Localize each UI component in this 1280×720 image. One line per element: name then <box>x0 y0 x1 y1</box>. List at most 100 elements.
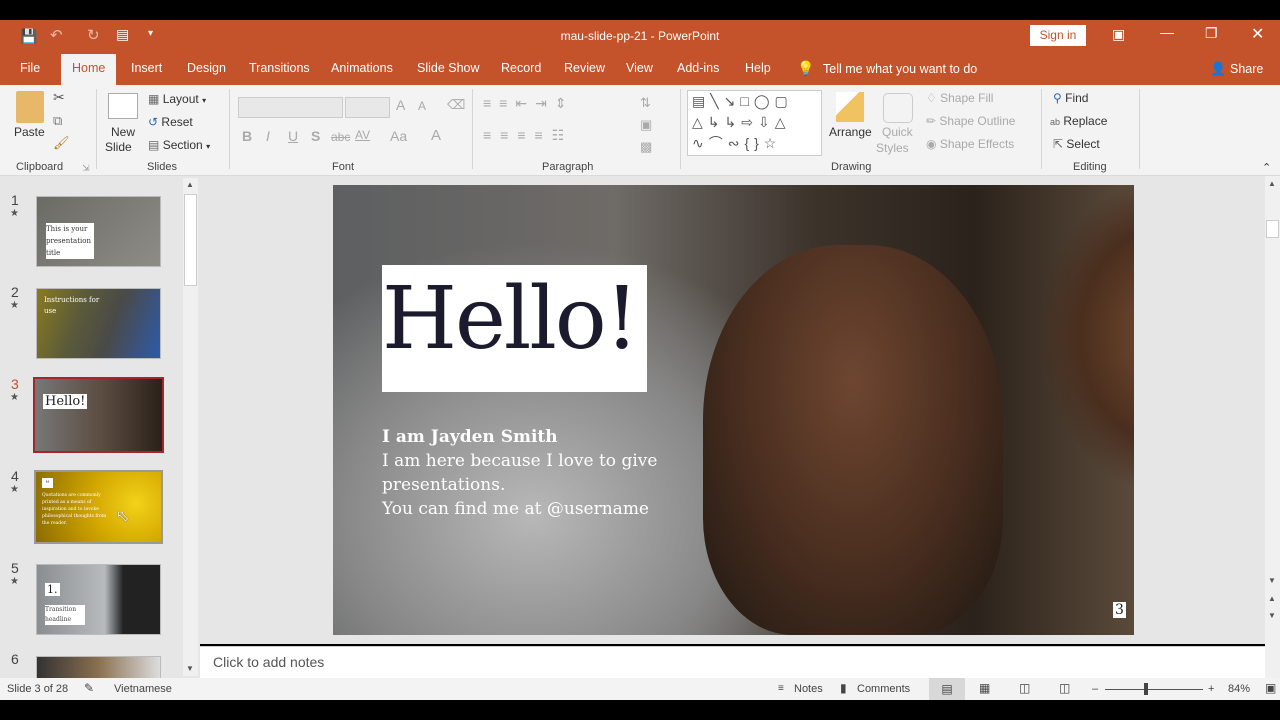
collapse-ribbon-icon[interactable]: ⌃ <box>1262 161 1271 174</box>
shape-effects-button[interactable]: Shape Effects <box>940 137 1015 151</box>
text-direction-icon[interactable]: ⇅ <box>640 95 651 111</box>
tab-help[interactable]: Help <box>736 52 780 85</box>
slide-thumbnail-3-selected[interactable]: Hello! <box>33 377 164 453</box>
select-button[interactable]: Select <box>1066 137 1099 151</box>
tab-transitions[interactable]: Transitions <box>240 52 319 85</box>
arrange-button[interactable]: Arrange <box>829 125 872 139</box>
arrange-icon <box>836 92 864 122</box>
tab-add-ins[interactable]: Add-ins <box>668 52 728 85</box>
new-slide-icon[interactable] <box>108 93 138 119</box>
italic-button[interactable]: I <box>266 128 270 144</box>
thumbnails-scrollbar[interactable]: ▲ ▼ <box>183 178 198 676</box>
format-painter-icon[interactable]: 🖌 <box>53 135 70 151</box>
shrink-font-button[interactable]: A <box>418 99 426 113</box>
quick-styles-button-line2[interactable]: Styles <box>876 141 909 155</box>
alignment-buttons[interactable]: ≡≡≡≡☷ <box>483 127 573 144</box>
slide-thumbnail-1[interactable]: This is your presentation title <box>36 196 161 267</box>
close-button[interactable]: ✕ <box>1251 24 1264 44</box>
slide-thumbnail-5[interactable]: 1. Transition headline <box>36 564 161 635</box>
zoom-slider-thumb[interactable] <box>1144 683 1148 695</box>
tab-view[interactable]: View <box>617 52 662 85</box>
body-text-box[interactable]: I am Jayden Smith I am here because I lo… <box>382 425 657 521</box>
tab-file[interactable]: File <box>11 52 49 85</box>
shapes-gallery[interactable]: ▤╲↘□◯▢ △↳↳⇨⇩△ ∿⌒∾{}☆ <box>687 90 822 156</box>
copy-icon[interactable]: ⧉ <box>53 113 62 129</box>
title-box[interactable]: Hello! <box>382 265 647 392</box>
tab-insert[interactable]: Insert <box>122 52 171 85</box>
reading-view-button[interactable]: ◫ <box>1019 681 1030 695</box>
scroll-up-icon[interactable]: ▲ <box>186 180 194 189</box>
animation-star-icon: ★ <box>10 576 19 587</box>
zoom-level[interactable]: 84% <box>1228 683 1250 695</box>
clear-formatting-icon[interactable]: ⌫ <box>447 97 465 113</box>
reset-button[interactable]: Reset <box>161 115 192 129</box>
layout-button[interactable]: Layout <box>163 92 199 106</box>
comments-button[interactable]: Comments <box>857 683 910 695</box>
smartart-icon[interactable]: ▩ <box>640 139 652 155</box>
new-slide-button[interactable]: New <box>111 125 135 139</box>
sign-in-button[interactable]: Sign in <box>1030 25 1086 46</box>
tab-record[interactable]: Record <box>492 52 550 85</box>
slide-sorter-button[interactable]: ▦ <box>979 681 990 695</box>
scrollbar-thumb[interactable] <box>1266 220 1279 238</box>
strikethrough-button[interactable]: abc <box>331 130 350 144</box>
language-indicator[interactable]: Vietnamese <box>114 683 172 695</box>
minimize-button[interactable]: — <box>1160 24 1174 40</box>
share-icon: 👤 <box>1210 61 1227 76</box>
cut-icon[interactable]: ✂ <box>53 89 65 106</box>
slide-show-button[interactable]: ◫ <box>1059 681 1070 695</box>
zoom-slider[interactable] <box>1105 689 1203 690</box>
spell-check-icon[interactable]: ✎ <box>84 681 94 695</box>
font-color-button[interactable]: A <box>431 127 441 144</box>
tab-design[interactable]: Design <box>178 52 235 85</box>
bold-button[interactable]: B <box>242 128 252 144</box>
find-button[interactable]: Find <box>1065 91 1088 105</box>
scroll-up-icon[interactable]: ▲ <box>1268 179 1276 188</box>
slide-thumbnail-4[interactable]: “ Quotations are commonly printed as a m… <box>34 470 163 544</box>
scroll-down-icon[interactable]: ▼ <box>186 664 194 673</box>
previous-slide-icon[interactable]: ▲ <box>1268 594 1276 603</box>
replace-button[interactable]: Replace <box>1063 114 1107 128</box>
character-spacing-button[interactable]: AV <box>355 128 370 142</box>
zoom-in-button[interactable]: + <box>1208 683 1214 695</box>
slide-canvas[interactable]: Hello! I am Jayden Smith I am here becau… <box>333 185 1134 635</box>
align-text-icon[interactable]: ▣ <box>640 117 652 133</box>
grow-font-button[interactable]: A <box>396 97 405 113</box>
tell-me-search[interactable]: Tell me what you want to do <box>823 62 977 76</box>
ribbon-display-options-icon[interactable]: ▣ <box>1112 26 1125 43</box>
paste-icon[interactable] <box>16 91 44 123</box>
tab-home[interactable]: Home <box>61 54 117 85</box>
underline-button[interactable]: U <box>288 128 298 144</box>
slide-scrollbar[interactable]: ▲ ▼ ▲ ▼ <box>1265 176 1280 678</box>
shape-outline-button[interactable]: Shape Outline <box>939 114 1015 128</box>
slide-thumbnail-6[interactable] <box>36 656 161 678</box>
font-size-combobox[interactable] <box>345 97 390 118</box>
section-button[interactable]: Section <box>163 138 203 152</box>
shadow-button[interactable]: S <box>311 128 320 144</box>
scrollbar-thumb[interactable] <box>184 194 197 286</box>
next-slide-icon[interactable]: ▼ <box>1268 611 1276 620</box>
fit-to-window-button[interactable]: ▣ <box>1265 681 1276 695</box>
paste-button[interactable]: Paste <box>14 125 45 139</box>
zoom-out-button[interactable]: – <box>1092 683 1098 695</box>
normal-view-button[interactable]: ▤ <box>929 678 965 700</box>
slide-thumbnail-2[interactable]: Instructions for use <box>36 288 161 359</box>
notes-button[interactable]: Notes <box>794 683 823 695</box>
share-button[interactable]: Share <box>1230 62 1263 76</box>
scroll-down-icon[interactable]: ▼ <box>1268 576 1276 585</box>
thumb-title: 1. <box>45 583 60 596</box>
body-line: You can find me at @username <box>382 499 649 519</box>
shape-fill-button[interactable]: Shape Fill <box>940 91 993 105</box>
change-case-button[interactable]: Aa <box>390 128 407 144</box>
dialog-launcher-icon[interactable]: ⇲ <box>82 163 90 174</box>
font-name-combobox[interactable] <box>238 97 343 118</box>
clipboard-group-label: Clipboard <box>16 161 64 173</box>
notes-pane[interactable]: Click to add notes <box>200 646 1265 678</box>
list-buttons[interactable]: ≡≡⇤⇥⇕ <box>483 95 575 112</box>
new-slide-button-line2[interactable]: Slide <box>105 140 132 154</box>
tab-review[interactable]: Review <box>555 52 614 85</box>
tab-slide-show[interactable]: Slide Show <box>408 52 489 85</box>
tab-animations[interactable]: Animations <box>322 52 402 85</box>
restore-button[interactable]: ❐ <box>1205 25 1218 42</box>
quick-styles-button[interactable]: Quick <box>882 125 913 139</box>
